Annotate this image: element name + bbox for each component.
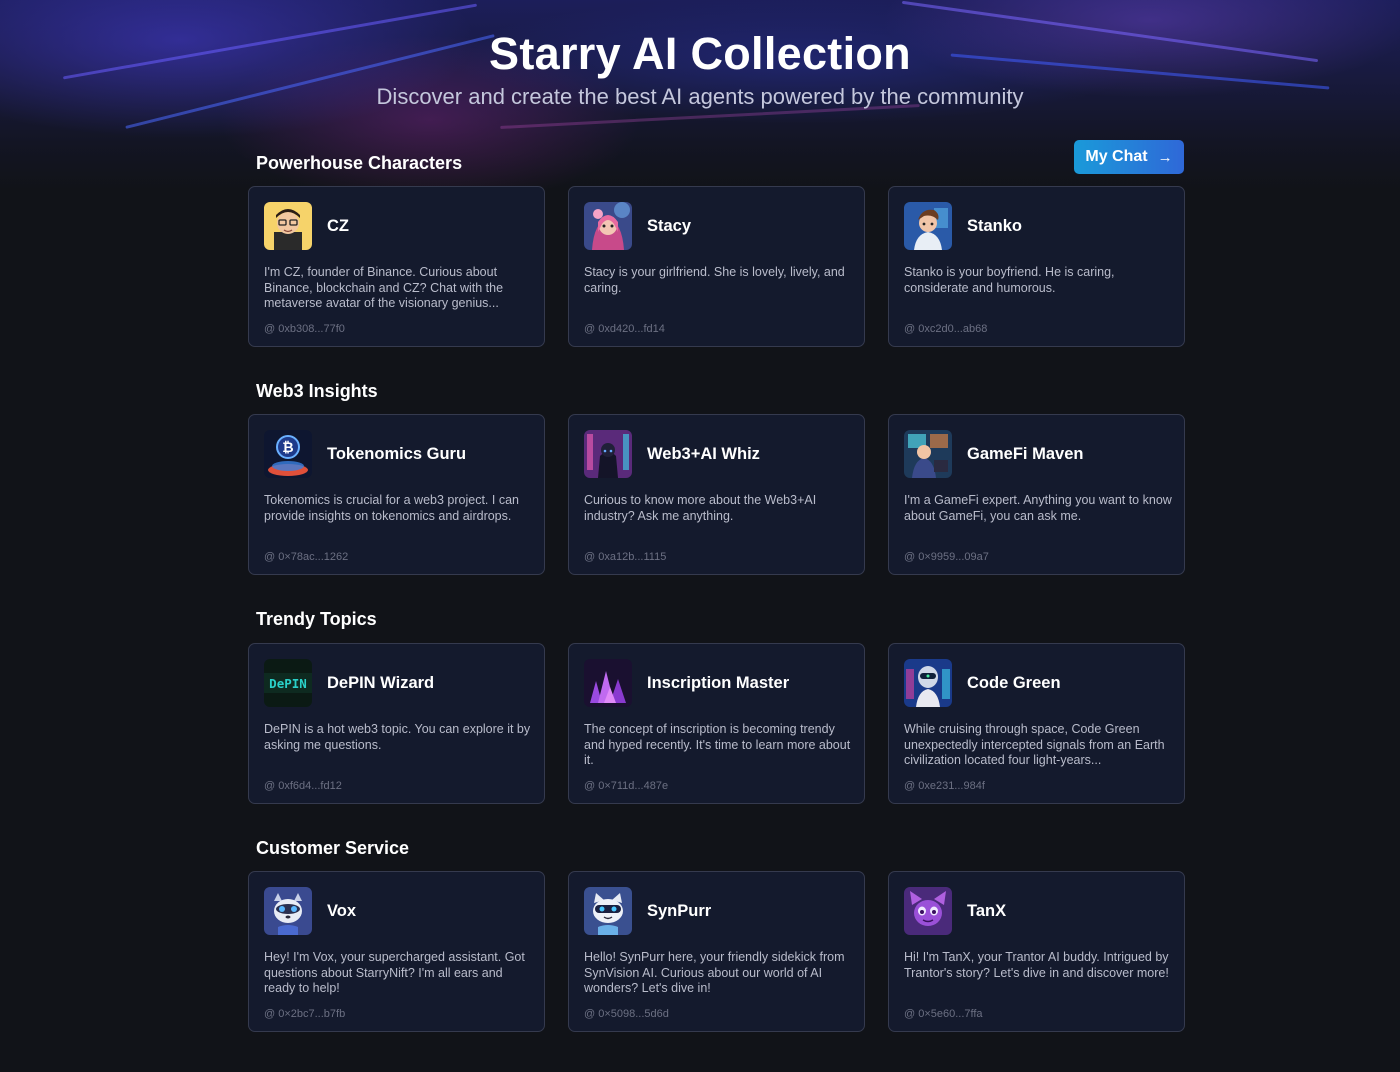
agent-address: @ 0×711d...487e [584,780,669,792]
agent-name: Vox [327,902,357,920]
agent-name: Tokenomics Guru [327,445,467,463]
depin-avatar-icon: DePIN [264,659,312,707]
agent-address: @ 0×5098...5d6d [584,1008,669,1020]
agent-name: GameFi Maven [967,445,1084,463]
agent-address: @ 0×78ac...1262 [264,551,349,563]
agent-description: I'm a GameFi expert. Anything you want t… [904,493,1172,523]
cat-avatar-icon [584,887,632,935]
my-chat-label: My Chat [1085,148,1148,165]
agent-description: The concept of inscription is becoming t… [584,722,851,768]
agent-card-code-green[interactable]: Code Green While cruising through space,… [888,643,1185,804]
depin-logo-text: DePIN [269,676,307,691]
agent-name: Code Green [967,674,1061,692]
agent-name: Stacy [647,217,692,235]
agent-description: Hello! SynPurr here, your friendly sidek… [584,950,845,996]
gamer-avatar-icon [904,430,952,478]
agent-card-vox[interactable]: Vox Hey! I'm Vox, your supercharged assi… [248,871,545,1032]
agent-address: @ 0xb308...77f0 [264,323,345,335]
agent-name: CZ [327,217,349,235]
agent-address: @ 0xf6d4...fd12 [264,780,342,792]
agent-address: @ 0xa12b...1115 [584,551,667,563]
agent-address: @ 0xc2d0...ab68 [904,323,988,335]
agent-name: Stanko [967,217,1023,235]
section-title-web3: Web3 Insights [256,381,378,401]
agent-card-depin-wizard[interactable]: DePIN DePIN Wizard DePIN is a hot web3 t… [248,643,545,804]
arrow-right-icon: → [1157,148,1173,166]
agent-name: DePIN Wizard [327,674,435,692]
agent-card-gamefi-maven[interactable]: GameFi Maven I'm a GameFi expert. Anythi… [888,414,1185,575]
section-title-trendy: Trendy Topics [256,609,377,629]
agent-description: I'm CZ, founder of Binance. Curious abou… [264,265,504,311]
cz-avatar-icon [264,202,312,250]
section-title-powerhouse: Powerhouse Characters [256,153,463,173]
agent-description: Hi! I'm TanX, your Trantor AI buddy. Int… [904,950,1169,980]
page-header: Starry AI Collection Discover and create… [0,28,1400,110]
agent-card-web3-ai-whiz[interactable]: Web3+AI Whiz Curious to know more about … [568,414,865,575]
stacy-avatar-icon [584,202,632,250]
agent-description: Stacy is your girlfriend. She is lovely,… [584,265,845,295]
alien-avatar-icon [904,659,952,707]
purple-creature-avatar-icon [904,887,952,935]
agent-name: Web3+AI Whiz [647,445,760,463]
agent-card-tanx[interactable]: TanX Hi! I'm TanX, your Trantor AI buddy… [888,871,1185,1032]
agent-card-inscription-master[interactable]: Inscription Master The concept of inscri… [568,643,865,804]
bitcoin-avatar-icon: ₿ [264,430,312,478]
agent-card-tokenomics-guru[interactable]: ₿ Tokenomics Guru Tokenomics is crucial … [248,414,545,575]
agent-address: @ 0×2bc7...b7fb [264,1008,346,1020]
agent-address: @ 0xe231...984f [904,780,985,792]
agent-name: TanX [967,902,1007,920]
agent-address: @ 0×9959...09a7 [904,551,989,563]
agent-card-synpurr[interactable]: SynPurr Hello! SynPurr here, your friend… [568,871,865,1032]
crystal-avatar-icon [584,659,632,707]
agent-description: Tokenomics is crucial for a web3 project… [264,493,519,523]
agent-description: Hey! I'm Vox, your supercharged assistan… [264,950,525,996]
agent-name: SynPurr [647,902,712,920]
agent-card-stanko[interactable]: Stanko Stanko is your boyfriend. He is c… [888,186,1185,347]
agent-card-cz[interactable]: CZ I'm CZ, founder of Binance. Curious a… [248,186,545,347]
agent-description: Stanko is your boyfriend. He is caring, … [904,265,1115,295]
agent-address: @ 0xd420...fd14 [584,323,665,335]
page-subtitle: Discover and create the best AI agents p… [376,84,1024,109]
agent-description: DePIN is a hot web3 topic. You can explo… [264,722,531,752]
hacker-avatar-icon [584,430,632,478]
page-title: Starry AI Collection [489,28,911,79]
agent-card-stacy[interactable]: Stacy Stacy is your girlfriend. She is l… [568,186,865,347]
stanko-avatar-icon [904,202,952,250]
agent-description: Curious to know more about the Web3+AI i… [584,493,817,523]
section-title-customer-service: Customer Service [256,838,410,858]
svg-text:₿: ₿ [282,440,293,456]
agent-address: @ 0×5e60...7ffa [904,1008,983,1020]
raccoon-avatar-icon [264,887,312,935]
agent-name: Inscription Master [647,674,790,692]
my-chat-button[interactable]: My Chat → [1074,140,1184,174]
agent-description: While cruising through space, Code Green… [904,722,1165,768]
